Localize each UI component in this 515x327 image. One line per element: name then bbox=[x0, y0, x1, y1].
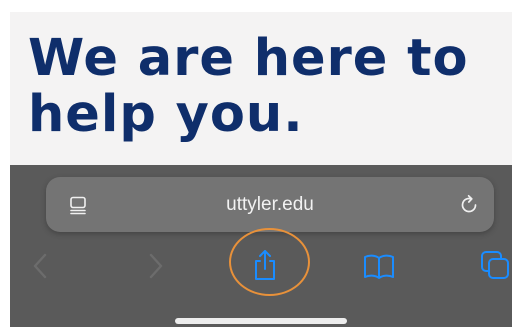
forward-button[interactable] bbox=[138, 249, 172, 283]
chevron-right-icon bbox=[149, 253, 163, 279]
browser-screen: We are here to help you. uttyler.edu bbox=[0, 0, 515, 327]
reload-icon[interactable] bbox=[458, 194, 480, 216]
chevron-left-icon bbox=[33, 253, 47, 279]
web-page-content: We are here to help you. bbox=[10, 12, 512, 165]
share-icon bbox=[255, 250, 275, 280]
book-icon bbox=[364, 254, 394, 279]
browser-toolbar: uttyler.edu bbox=[10, 165, 512, 327]
bookmarks-button[interactable] bbox=[362, 249, 396, 283]
tabs-icon bbox=[481, 251, 509, 279]
hero-heading: We are here to help you. bbox=[28, 31, 498, 143]
tabs-button[interactable] bbox=[478, 248, 512, 282]
back-button[interactable] bbox=[24, 249, 58, 283]
hero-heading-line-1: We are here to bbox=[28, 29, 469, 88]
home-indicator[interactable] bbox=[175, 318, 347, 324]
url-text[interactable]: uttyler.edu bbox=[46, 194, 494, 216]
hero-heading-line-2: help you. bbox=[28, 85, 304, 144]
share-button[interactable] bbox=[248, 248, 282, 282]
address-bar[interactable]: uttyler.edu bbox=[46, 177, 494, 232]
